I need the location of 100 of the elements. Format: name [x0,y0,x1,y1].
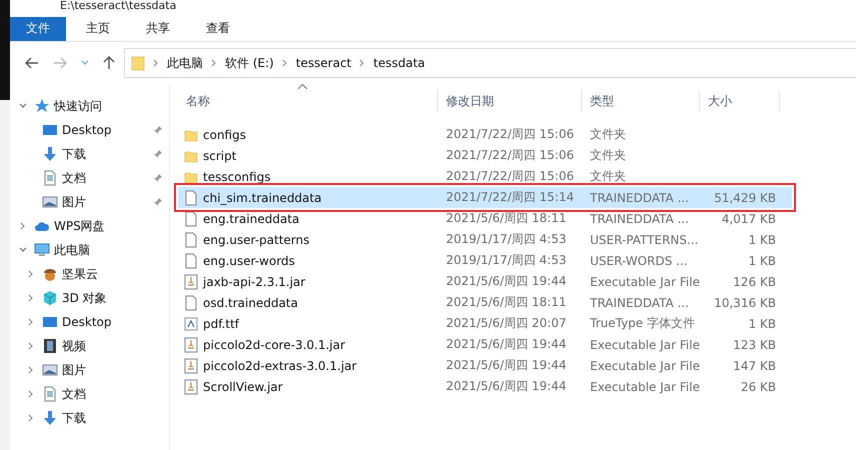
file-icon [184,252,198,268]
file-size: 123 KB [732,338,777,352]
desktop-icon [42,122,58,138]
back-icon[interactable] [25,57,39,69]
modified-date: 2021/5/6/周四 19:44 [445,273,568,290]
expand-chevron-icon[interactable] [28,342,34,350]
java-file-icon [184,336,198,352]
modified-date: 2021/5/6/周四 19:44 [445,357,568,374]
modified-date: 2021/5/6/周四 19:44 [445,378,568,395]
expand-chevron-icon[interactable] [28,390,34,398]
sidebar-item[interactable]: WPS网盘 [54,218,169,234]
sidebar-item[interactable]: 此电脑 [54,242,169,258]
file-name: chi_sim.traineddata [203,190,322,204]
sidebar-item[interactable]: 视频 [62,338,169,354]
forward-icon[interactable] [53,57,67,69]
sidebar-item[interactable]: 快速访问 [54,98,169,114]
file-row[interactable]: tessconfigs 2021/7/22/周四 15:06 文件夹 [178,166,792,187]
pin-icon[interactable] [153,125,163,135]
file-row[interactable]: script 2021/7/22/周四 15:06 文件夹 [178,145,792,166]
sidebar-item[interactable]: Desktop [62,315,169,329]
sidebar-item[interactable]: Desktop [62,123,149,137]
file-size: 26 KB [740,380,777,394]
file-icon [184,210,198,226]
file-row[interactable]: pdf.ttf 2021/5/6/周四 20:07 TrueType 字体文件 1 KB [178,313,792,334]
selected-file-row[interactable]: chi_sim.traineddata 2021/7/22/周四 15:14 TRAINEDDATA ... 51,429 KB [178,187,792,208]
column-header[interactable]: 大小 [700,90,780,112]
expand-chevron-icon[interactable] [28,270,34,278]
collapse-chevron-icon[interactable] [19,103,27,109]
column-header[interactable]: 类型 [582,90,700,112]
separator-chevron-icon [211,59,217,67]
film-icon [42,338,58,354]
up-icon[interactable] [103,56,115,70]
column-header[interactable]: 名称 [178,90,438,112]
breadcrumb-item[interactable]: 此电脑 [167,54,203,72]
separator-chevron-icon [359,59,366,67]
file-row[interactable]: jaxb-api-2.3.1.jar 2021/5/6/周四 19:44 Executable Jar File 126 KB [178,271,792,292]
file-icon [184,190,198,206]
sidebar-item[interactable]: 图片 [62,194,149,210]
file-name: eng.user-patterns [203,232,310,246]
breadcrumb-item[interactable]: 软件 (E:) [225,54,274,72]
ribbon-tab[interactable]: 主页 [70,16,126,40]
separator-chevron-icon [153,59,159,67]
breadcrumb-item[interactable]: tesseract [296,56,352,70]
file-row[interactable]: osd.traineddata 2021/5/6/周四 18:11 TRAINEDDATA ... 10,316 KB [178,292,792,313]
java-file-icon [184,358,198,374]
dropdown-icon[interactable] [81,60,89,66]
folder-icon [131,55,145,71]
file-type: TrueType 字体文件 [589,315,696,332]
cube-icon [42,290,58,306]
sort-caret-icon [298,84,307,89]
expand-chevron-icon[interactable] [28,318,34,326]
file-name: piccolo2d-extras-3.0.1.jar [203,358,357,372]
font-file-icon [184,316,198,332]
ribbon-tab[interactable]: 共享 [130,16,186,40]
pin-icon[interactable] [153,149,163,159]
file-type: Executable Jar File [589,274,700,288]
expand-chevron-icon[interactable] [28,366,34,374]
file-row[interactable]: eng.traineddata 2021/5/6/周四 18:11 TRAINEDDATA ... 4,017 KB [178,208,792,229]
document-icon [42,386,58,402]
modified-date: 2021/5/6/周四 19:44 [445,336,568,353]
sidebar-item[interactable]: 文档 [62,386,169,402]
file-type: TRAINEDDATA ... [589,190,690,204]
file-type: Executable Jar File [589,338,700,352]
picture-icon [42,194,58,210]
sidebar-item[interactable]: 下载 [62,146,149,162]
modified-date: 2021/5/6/周四 18:11 [445,210,568,227]
expand-chevron-icon[interactable] [28,414,34,422]
pin-icon[interactable] [153,173,163,183]
file-row[interactable]: configs 2021/7/22/周四 15:06 文件夹 [178,124,792,145]
breadcrumb-item[interactable]: tessdata [373,56,426,70]
file-type: Executable Jar File [589,358,700,372]
ribbon-tab[interactable]: 查看 [190,16,246,40]
acorn-icon [42,266,58,282]
modified-date: 2019/1/17/周四 4:53 [445,231,568,248]
file-type: Executable Jar File [589,380,700,394]
file-row[interactable]: piccolo2d-extras-3.0.1.jar 2021/5/6/周四 19:44 Executable Jar File 147 KB [178,355,792,376]
ribbon-tab[interactable]: 文件 [10,16,66,40]
folder-icon [184,170,198,184]
file-name: piccolo2d-core-3.0.1.jar [203,338,346,352]
file-row[interactable]: piccolo2d-core-3.0.1.jar 2021/5/6/周四 19:44 Executable Jar File 123 KB [178,334,792,355]
file-type: TRAINEDDATA ... [589,296,690,310]
star-icon [34,98,50,114]
sidebar-item[interactable]: 下载 [62,410,169,426]
expand-chevron-icon[interactable] [20,222,26,230]
collapse-chevron-icon[interactable] [19,247,27,253]
file-name: configs [203,128,246,142]
expand-chevron-icon[interactable] [28,294,34,302]
file-row[interactable]: ScrollView.jar 2021/5/6/周四 19:44 Executable Jar File 26 KB [178,376,792,397]
pin-icon[interactable] [153,197,163,207]
file-name: script [203,148,236,162]
column-header[interactable]: 修改日期 [438,90,582,112]
sidebar-item[interactable]: 坚果云 [62,266,169,282]
file-row[interactable]: eng.user-patterns 2019/1/17/周四 4:53 USER-PATTERNS... 1 KB [178,229,792,250]
sidebar-item[interactable]: 文档 [62,170,149,186]
file-name: osd.traineddata [203,296,298,310]
file-row[interactable]: eng.user-words 2019/1/17/周四 4:53 USER-WORDS ... 1 KB [178,250,792,271]
modified-date: 2021/5/6/周四 18:11 [445,294,568,311]
sidebar-item[interactable]: 3D 对象 [62,290,169,306]
sidebar-item[interactable]: 图片 [62,362,169,378]
address-bar[interactable]: 此电脑 软件 (E:) tesseract tessdata [124,48,856,78]
